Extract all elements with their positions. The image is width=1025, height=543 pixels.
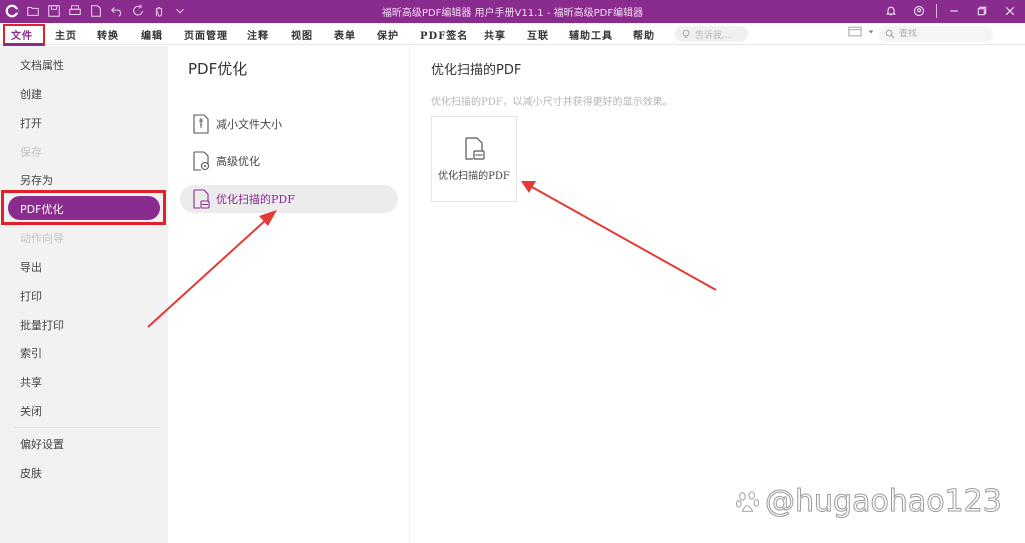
search-icon: [885, 29, 895, 39]
window-controls: [880, 2, 1021, 20]
detail-title: 优化扫描的PDF: [431, 63, 522, 78]
menu-page-management[interactable]: 页面管理: [184, 27, 228, 42]
sidebar-item-share[interactable]: 共享: [20, 374, 42, 390]
option-label: 高级优化: [216, 155, 260, 168]
sidebar-item-save-as[interactable]: 另存为: [20, 172, 53, 188]
option-detail-pane: 优化扫描的PDF 优化扫描的PDF，以减小尺寸并获得更好的显示效果。 优化扫描的…: [411, 46, 1025, 543]
menu-pdf-sign[interactable]: PDF签名: [420, 27, 468, 42]
menu-edit[interactable]: 编辑: [141, 27, 163, 42]
sidebar-item-print[interactable]: 打印: [20, 288, 42, 304]
menu-convert[interactable]: 转换: [97, 27, 119, 42]
card-label: 优化扫描的PDF: [438, 170, 510, 182]
sidebar-item-export[interactable]: 导出: [20, 259, 42, 275]
sidebar-item-close[interactable]: 关闭: [20, 403, 42, 419]
tell-me-placeholder: 告诉我...: [695, 30, 731, 41]
menu-form[interactable]: 表单: [334, 27, 356, 42]
undo-icon[interactable]: [109, 3, 125, 19]
menu-comment[interactable]: 注释: [247, 27, 269, 42]
panel-title: PDF优化: [188, 60, 248, 78]
search-input[interactable]: [899, 29, 989, 39]
ribbon-display-options[interactable]: [848, 26, 874, 37]
close-icon[interactable]: [999, 2, 1021, 20]
sidebar-item-index[interactable]: 索引: [20, 345, 42, 361]
scan-optimize-icon: [465, 136, 485, 160]
option-optimize-scanned-pdf[interactable]: 优化扫描的PDF: [180, 185, 398, 213]
sidebar-item-document-properties[interactable]: 文档属性: [20, 57, 64, 73]
menu-home[interactable]: 主页: [55, 27, 77, 42]
menu-view[interactable]: 视图: [291, 27, 313, 42]
customize-dropdown-icon[interactable]: [172, 3, 188, 19]
sidebar-item-save: 保存: [20, 146, 42, 159]
hand-tool-icon[interactable]: [151, 3, 167, 19]
ribbon-layout-icon: [848, 26, 862, 37]
sidebar-item-preferences[interactable]: 偏好设置: [20, 436, 64, 452]
advanced-optimize-icon: [193, 151, 210, 171]
sidebar-item-batch-print[interactable]: 批量打印: [20, 317, 64, 333]
sidebar-item-skin[interactable]: 皮肤: [20, 465, 42, 481]
redo-icon[interactable]: [130, 3, 146, 19]
search-box[interactable]: [879, 26, 993, 42]
menu-file-highlight: [3, 24, 45, 46]
sidebar-item-open[interactable]: 打开: [20, 115, 42, 131]
option-advanced-optimize[interactable]: 高级优化: [180, 147, 398, 175]
scan-optimize-icon: [193, 189, 210, 209]
sidebar-pdf-optimize-highlight: [1, 190, 166, 225]
tell-me-box[interactable]: 告诉我...: [675, 26, 748, 42]
menu-help[interactable]: 帮助: [633, 27, 655, 42]
save-icon[interactable]: [46, 3, 62, 19]
option-reduce-file-size[interactable]: 减小文件大小: [180, 110, 398, 138]
option-label: 减小文件大小: [216, 118, 282, 131]
title-bar: 福昕高级PDF编辑器 用户手册V11.1 - 福昕高级PDF编辑器: [0, 0, 1025, 23]
print-icon[interactable]: [67, 3, 83, 19]
compress-file-icon: [193, 114, 209, 134]
menu-accessibility[interactable]: 辅助工具: [569, 27, 613, 42]
app-logo-icon[interactable]: [4, 3, 20, 19]
quick-access-toolbar: [4, 3, 188, 19]
lightbulb-icon: [682, 29, 690, 38]
watermark-text: @hugaohao123: [765, 484, 1003, 520]
chevron-down-icon: [868, 30, 874, 33]
watermark: @hugaohao123: [735, 484, 1003, 520]
notification-bell-icon[interactable]: [880, 2, 902, 20]
sidebar-divider: [14, 427, 160, 428]
menu-connect[interactable]: 互联: [527, 27, 549, 42]
detail-description: 优化扫描的PDF，以减小尺寸并获得更好的显示效果。: [431, 97, 673, 108]
divider: [936, 4, 937, 18]
minimize-icon[interactable]: [943, 2, 965, 20]
new-icon[interactable]: [88, 3, 104, 19]
file-sidebar: 文档属性 创建 打开 保存 另存为 PDF优化 动作向导 导出 打印 批量打印 …: [0, 46, 168, 543]
optimize-options-panel: PDF优化 减小文件大小 高级优化 优化扫描的PDF: [168, 46, 410, 543]
menu-protect[interactable]: 保护: [377, 27, 399, 42]
open-icon[interactable]: [25, 3, 41, 19]
sidebar-item-create[interactable]: 创建: [20, 86, 42, 102]
optimize-scanned-pdf-card[interactable]: 优化扫描的PDF: [431, 116, 517, 202]
account-icon[interactable]: [908, 2, 930, 20]
baidu-paw-icon: [735, 490, 760, 512]
option-label: 优化扫描的PDF: [216, 193, 295, 206]
menu-share[interactable]: 共享: [484, 27, 506, 42]
sidebar-item-action-wizard: 动作向导: [20, 232, 64, 245]
restore-icon[interactable]: [971, 2, 993, 20]
